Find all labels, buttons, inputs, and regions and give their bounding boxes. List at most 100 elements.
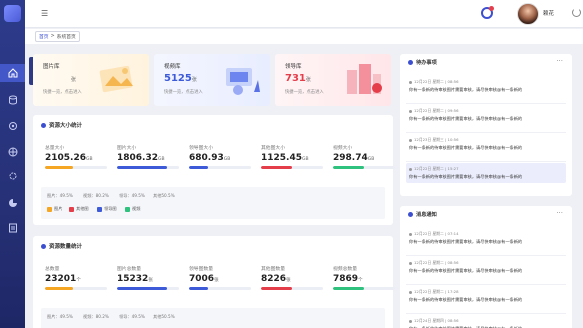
menu-toggle-icon[interactable]: ☰ — [41, 9, 48, 18]
divider — [406, 161, 566, 162]
sidebar-item-database[interactable] — [5, 92, 20, 107]
stat-label: 其他图大小 — [261, 146, 285, 151]
sidebar-item-network[interactable] — [5, 144, 20, 159]
panel-title: 资源大小统计 — [41, 121, 82, 129]
sidebar — [0, 0, 25, 328]
progress-fill — [261, 287, 292, 290]
logout-icon[interactable] — [572, 8, 581, 17]
stat-label: 图片大小 — [117, 146, 137, 151]
panel-title: 待办事项 — [408, 59, 437, 66]
stat-item: 图片总数量 15232张 — [117, 265, 179, 290]
stat-value: 8226张 — [261, 274, 291, 284]
stat-label: 视频大小 — [333, 146, 353, 151]
percent-text: 领导：49.5% — [119, 193, 145, 198]
divider — [406, 284, 566, 285]
progress-fill — [45, 166, 73, 169]
legend-swatch — [47, 206, 52, 212]
percent-text: 视频：80.2% — [83, 193, 109, 198]
legend-swatch — [125, 206, 130, 212]
breadcrumb: 首页 > 系统首页 — [35, 31, 80, 42]
message-text: 你有一条新的待审核图片需要审核，请尽快审核@有一条新的 — [409, 239, 523, 244]
message-time: 12月22日 星期二 | 07:14 — [409, 231, 563, 237]
divider — [406, 313, 566, 314]
panel-title: 资源数量统计 — [41, 242, 82, 250]
more-icon[interactable]: ··· — [556, 57, 563, 65]
progress-bar — [117, 166, 179, 169]
message-text: 你有一条新的待审核图片需要审核，请尽快审核@有一条新的 — [409, 87, 523, 92]
stat-label: 视频总数量 — [333, 267, 357, 272]
size-summary-footer: 图片：49.5% 视频：80.2% 领导：49.5% 其他50.5% 图片 其他… — [41, 187, 385, 219]
message-item[interactable]: 12月22日 星期二 | 08:56 你有一条新的待审核图片需要审核，请尽快审核@… — [406, 257, 566, 277]
progress-bar — [261, 166, 323, 169]
stat-item: 其他图数量 8226张 — [261, 265, 323, 290]
divider — [406, 255, 566, 256]
cog-icon — [9, 172, 16, 179]
message-item[interactable]: 12月24日 星期四 | 08:56你有一条新的待审核图片需要审核，请尽快审核@… — [406, 315, 566, 328]
percent-text: 图片：49.5% — [47, 314, 73, 319]
stat-value: 1806.32GB — [117, 153, 165, 163]
app-logo — [4, 5, 21, 22]
card-video-library[interactable]: 视频库 5125张 快捷一览，点击进入 — [154, 54, 270, 106]
stat-label: 领导图数量 — [189, 267, 213, 272]
resource-count-panel: 资源数量统计 图片：49.5% 视频：80.2% 领导：49.5% 其他50.5… — [33, 236, 395, 328]
breadcrumb-current: 系统首页 — [56, 35, 76, 40]
sidebar-item-analytics[interactable] — [5, 195, 20, 210]
message-time: 12月24日 星期四 | 08:56 — [409, 318, 563, 324]
message-time: 12月22日 星期二 | 08:56 — [409, 79, 563, 85]
legend-item: 视频 — [125, 206, 140, 212]
resource-size-panel: 资源大小统计 图片：49.5% 视频：80.2% 领导：49.5% 其他50.5… — [33, 115, 395, 225]
network-icon — [8, 147, 17, 156]
stat-value: 7006张 — [189, 274, 219, 284]
progress-fill — [333, 287, 364, 290]
legend-swatch — [69, 206, 74, 212]
progress-fill — [189, 287, 208, 290]
message-text: 你有一条新的待审核图片需要审核，请尽快审核@有一条新的 — [409, 174, 523, 179]
sidebar-item-reports[interactable] — [5, 220, 20, 235]
panel-title: 消息通知 — [408, 211, 437, 218]
card-image-library[interactable]: 图片库 张 快捷一览，点击进入 — [33, 54, 149, 106]
stat-label: 领导图大小 — [189, 146, 213, 151]
card-leader-library[interactable]: 领导库 731张 快捷一览，点击进入 — [275, 54, 391, 106]
clock-icon — [409, 290, 412, 294]
message-item[interactable]: 12月22日 星期二 | 07:14 你有一条新的待审核图片需要审核，请尽快审核@… — [406, 228, 566, 248]
progress-bar — [189, 287, 251, 290]
message-text: 你有一条新的待审核图片需要审核，请尽快审核@有一条新的 — [409, 297, 523, 302]
image-library-illustration-icon — [99, 65, 133, 93]
message-item[interactable]: 12月22日 星期二 | 09:56 你有一条新的待审核图片需要审核，请尽快审核@… — [406, 105, 566, 125]
breadcrumb-home[interactable]: 首页 — [39, 33, 49, 40]
message-item[interactable]: 12月22日 星期二 | 15:27 你有一条新的待审核图片需要审核，请尽快审核@… — [406, 163, 566, 183]
message-text: 你有一条新的待审核图片需要审核，请尽快审核@有一条新的 — [409, 116, 523, 121]
database-icon — [8, 95, 17, 105]
title-dot-icon — [408, 212, 413, 217]
stat-value: 2105.26GB — [45, 153, 93, 163]
clock-icon — [409, 80, 412, 84]
title-dot-icon — [41, 122, 46, 128]
stat-label: 总数量 — [45, 267, 60, 272]
percent-text: 其他50.5% — [153, 193, 175, 198]
legend-item: 其他图 — [69, 206, 89, 212]
stat-value: 7869个 — [333, 274, 363, 284]
username[interactable]: 赖花 — [543, 9, 554, 17]
stat-item: 其他图大小 1125.45GB — [261, 144, 323, 169]
message-item[interactable]: 12月23日 星期三 | 10:56 你有一条新的待审核图片需要审核，请尽快审核@… — [406, 134, 566, 154]
sidebar-item-home[interactable] — [0, 64, 25, 82]
clock-icon — [409, 261, 412, 265]
stat-value: 1125.45GB — [261, 153, 309, 163]
topbar: ☰ 赖花 — [25, 0, 583, 28]
avatar[interactable] — [517, 3, 539, 25]
sidebar-item-settings[interactable] — [5, 118, 20, 133]
more-icon[interactable]: ··· — [556, 209, 563, 217]
sidebar-item-system[interactable] — [5, 168, 20, 183]
stat-item: 领导图大小 680.93GB — [189, 144, 251, 169]
breadcrumb-bar: 首页 > 系统首页 — [25, 29, 583, 44]
message-item[interactable]: 12月22日 星期二 | 08:56 你有一条新的待审核图片需要审核，请尽快审核@… — [406, 76, 566, 96]
breadcrumb-separator: > — [50, 34, 55, 39]
pie-icon — [8, 198, 17, 207]
clock-icon — [409, 232, 412, 236]
message-item[interactable]: 12月22日 星期二 | 17:28 你有一条新的待审核图片需要审核，请尽快审核@… — [406, 286, 566, 306]
stat-item: 总数量 23201个 — [45, 265, 107, 290]
notification-dot — [489, 6, 494, 11]
progress-fill — [333, 166, 364, 169]
percent-text: 领导：49.5% — [119, 314, 145, 319]
leader-library-illustration-icon — [347, 64, 382, 94]
